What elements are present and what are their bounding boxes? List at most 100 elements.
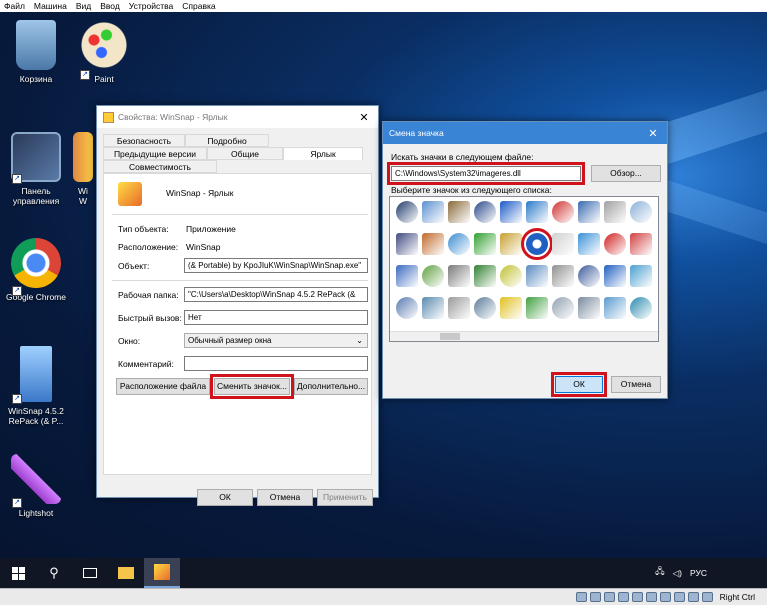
- dialog-title: Смена значка: [389, 128, 444, 138]
- icon-list[interactable]: [389, 196, 659, 342]
- icon-option[interactable]: [474, 265, 496, 287]
- desktop-icon-label: Paint: [94, 74, 114, 84]
- icon-option[interactable]: [448, 233, 470, 255]
- icon-option[interactable]: [604, 233, 626, 255]
- icon-option[interactable]: [422, 233, 444, 255]
- icon-option[interactable]: [474, 233, 496, 255]
- start-button[interactable]: [0, 558, 36, 588]
- icon-option[interactable]: [500, 265, 522, 287]
- icon-option[interactable]: [474, 297, 496, 319]
- browse-button[interactable]: Обзор...: [591, 165, 661, 182]
- icon-option[interactable]: [500, 297, 522, 319]
- menu-view[interactable]: Вид: [76, 1, 91, 11]
- icon-option[interactable]: [526, 201, 548, 223]
- horizontal-scrollbar[interactable]: [390, 331, 658, 341]
- language-indicator[interactable]: РУС: [690, 568, 707, 578]
- icon-option[interactable]: [552, 201, 574, 223]
- cancel-button[interactable]: Отмена: [257, 489, 313, 506]
- task-view-button[interactable]: [72, 558, 108, 588]
- hdd-icon: [575, 592, 587, 602]
- close-icon[interactable]: ✕: [350, 111, 378, 124]
- desktop: Корзина ↗ Paint ↗ Панель управления Wi W…: [0, 12, 767, 558]
- icon-option[interactable]: [422, 201, 444, 223]
- icon-option[interactable]: [526, 265, 548, 287]
- comment-label: Комментарий:: [118, 359, 174, 369]
- icon-option[interactable]: [448, 297, 470, 319]
- scrollbar-thumb[interactable]: [440, 333, 460, 340]
- desktop-icon-label: Wi W: [78, 186, 88, 206]
- advanced-button[interactable]: Дополнительно...: [294, 378, 368, 395]
- menu-devices[interactable]: Устройства: [129, 1, 173, 11]
- winsnap-taskbar-button[interactable]: [144, 558, 180, 588]
- icon-option[interactable]: [604, 297, 626, 319]
- icon-option[interactable]: [396, 297, 418, 319]
- desktop-icon-paint[interactable]: ↗ Paint: [68, 20, 140, 84]
- icon-option[interactable]: [578, 233, 600, 255]
- mouse-icon: [687, 592, 699, 602]
- ok-button[interactable]: ОК: [197, 489, 253, 506]
- apply-button[interactable]: Применить: [317, 489, 373, 506]
- icon-option[interactable]: [422, 265, 444, 287]
- hotkey-field[interactable]: Нет: [184, 310, 368, 325]
- icon-option[interactable]: [474, 201, 496, 223]
- ok-button[interactable]: ОК: [551, 372, 607, 397]
- menu-machine[interactable]: Машина: [34, 1, 67, 11]
- desktop-icon-chrome[interactable]: ↗ Google Chrome: [0, 238, 72, 302]
- system-tray: 🖧 ◁) РУС: [655, 566, 767, 580]
- tab-compatibility[interactable]: Совместимость: [103, 160, 217, 173]
- icon-option[interactable]: [630, 201, 652, 223]
- menu-file[interactable]: Файл: [4, 1, 25, 11]
- desktop-icon-recycle-bin[interactable]: Корзина: [0, 20, 72, 84]
- change-icon-button[interactable]: Сменить значок...: [210, 374, 294, 399]
- icon-option[interactable]: [552, 265, 574, 287]
- close-icon[interactable]: ✕: [639, 127, 667, 140]
- cancel-button[interactable]: Отмена: [611, 376, 661, 393]
- icon-option[interactable]: [396, 233, 418, 255]
- menu-help[interactable]: Справка: [182, 1, 215, 11]
- explorer-taskbar-button[interactable]: [108, 558, 144, 588]
- location-label: Расположение:: [118, 242, 179, 252]
- comment-field[interactable]: [184, 356, 368, 371]
- tab-shortcut[interactable]: Ярлык: [283, 147, 363, 160]
- icon-option[interactable]: [604, 265, 626, 287]
- network-icon[interactable]: 🖧: [655, 566, 664, 580]
- change-icon-titlebar: Смена значка ✕: [383, 122, 667, 144]
- icon-option[interactable]: [630, 265, 652, 287]
- icon-option[interactable]: [396, 201, 418, 223]
- open-file-location-button[interactable]: Расположение файла: [116, 378, 210, 395]
- desktop-icon-lightshot[interactable]: ↗ Lightshot: [0, 454, 72, 518]
- shortcut-arrow-icon: ↗: [12, 498, 22, 508]
- desktop-icon-winsnap-partial[interactable]: Wi W: [68, 132, 98, 206]
- icon-option[interactable]: [526, 297, 548, 319]
- icon-option[interactable]: [448, 201, 470, 223]
- menu-input[interactable]: Ввод: [100, 1, 120, 11]
- icon-option[interactable]: [448, 265, 470, 287]
- icon-option[interactable]: [422, 297, 444, 319]
- winsnap-icon: [154, 564, 170, 580]
- tab-security[interactable]: Безопасность: [103, 134, 185, 147]
- icon-option[interactable]: [521, 228, 553, 260]
- icon-option[interactable]: [578, 265, 600, 287]
- icon-file-path-field[interactable]: C:\Windows\System32\imageres.dll: [387, 162, 585, 185]
- icon-option[interactable]: [552, 233, 574, 255]
- workdir-field[interactable]: "C:\Users\a\Desktop\WinSnap 4.5.2 RePack…: [184, 287, 368, 302]
- icon-option[interactable]: [552, 297, 574, 319]
- desktop-icon-control-panel[interactable]: ↗ Панель управления: [0, 132, 72, 206]
- icon-option[interactable]: [630, 233, 652, 255]
- tab-details[interactable]: Подробно: [185, 134, 269, 147]
- volume-icon[interactable]: ◁): [673, 568, 682, 579]
- object-field[interactable]: (& Portable) by KpoJIuK\WinSnap\WinSnap.…: [184, 258, 368, 273]
- icon-option[interactable]: [396, 265, 418, 287]
- icon-option[interactable]: [500, 201, 522, 223]
- icon-option[interactable]: [578, 201, 600, 223]
- desktop-icon-winsnap-folder[interactable]: ↗ WinSnap 4.5.2 RePack (& P...: [0, 346, 72, 426]
- tab-general[interactable]: Общие: [207, 147, 283, 160]
- icon-option[interactable]: [604, 201, 626, 223]
- icon-option[interactable]: [500, 233, 522, 255]
- window-select[interactable]: Обычный размер окна ⌄: [184, 333, 368, 348]
- icon-option[interactable]: [578, 297, 600, 319]
- search-button[interactable]: ⚲: [36, 558, 72, 588]
- tab-previous-versions[interactable]: Предыдущие версии: [103, 147, 207, 160]
- shortcut-panel: WinSnap - Ярлык Тип объекта: Приложение …: [103, 173, 372, 475]
- icon-option[interactable]: [630, 297, 652, 319]
